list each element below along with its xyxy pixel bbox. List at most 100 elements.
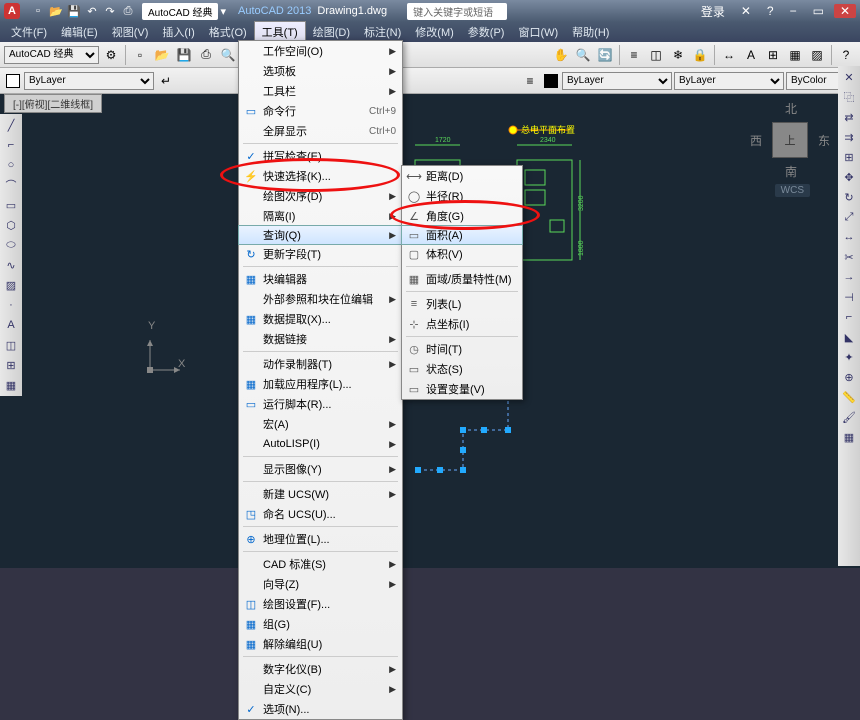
menu-item-10[interactable]: 窗口(W) bbox=[511, 22, 565, 42]
menu-item[interactable]: 工具栏▶ bbox=[239, 81, 402, 101]
point-icon[interactable]: · bbox=[2, 296, 20, 314]
join-icon[interactable]: ⊕ bbox=[840, 368, 858, 386]
save-icon[interactable]: 💾 bbox=[174, 45, 194, 65]
text-icon[interactable]: A bbox=[741, 45, 761, 65]
circle-icon[interactable]: ○ bbox=[2, 156, 20, 174]
menu-item-11[interactable]: 帮助(H) bbox=[565, 22, 616, 42]
menu-item[interactable]: 查询(Q)▶ bbox=[238, 225, 403, 245]
open-icon[interactable]: 📂 bbox=[152, 45, 172, 65]
layer-prev-icon[interactable]: ↵ bbox=[156, 71, 176, 91]
menu-item-1[interactable]: 编辑(E) bbox=[54, 22, 105, 42]
maximize-icon[interactable]: ▭ bbox=[807, 4, 830, 18]
explode-icon[interactable]: ✦ bbox=[840, 348, 858, 366]
block2-icon[interactable]: ▦ bbox=[2, 376, 20, 394]
submenu-item[interactable]: ▭面积(A) bbox=[401, 225, 523, 245]
close-icon[interactable]: ✕ bbox=[834, 4, 856, 18]
menu-item[interactable]: 显示图像(Y)▶ bbox=[239, 459, 402, 479]
rect-icon[interactable]: ▭ bbox=[2, 196, 20, 214]
array-icon[interactable]: ⊞ bbox=[840, 148, 858, 166]
menu-item-8[interactable]: 修改(M) bbox=[408, 22, 461, 42]
preview-icon[interactable]: 🔍 bbox=[218, 45, 238, 65]
menu-item[interactable]: ▦块编辑器 bbox=[239, 269, 402, 289]
menu-item[interactable]: ↻更新字段(T) bbox=[239, 244, 402, 264]
viewport-label[interactable]: [-][俯视][二维线框] bbox=[4, 94, 102, 113]
group-icon[interactable]: ▦ bbox=[840, 428, 858, 446]
app-logo-icon[interactable]: A bbox=[4, 3, 20, 19]
menu-item-7[interactable]: 标注(N) bbox=[357, 22, 408, 42]
submenu-item[interactable]: ▭设置变量(V) bbox=[402, 379, 522, 399]
extend-icon[interactable]: → bbox=[840, 268, 858, 286]
qat-new-icon[interactable]: ▫ bbox=[30, 3, 46, 19]
pan-icon[interactable]: ✋ bbox=[551, 45, 571, 65]
menu-item[interactable]: 数据链接▶ bbox=[239, 329, 402, 349]
menu-item[interactable]: 全屏显示Ctrl+0 bbox=[239, 121, 402, 141]
workspace-badge[interactable]: AutoCAD 经典 bbox=[142, 3, 218, 20]
menu-item[interactable]: AutoLISP(I)▶ bbox=[239, 434, 402, 454]
chamfer-icon[interactable]: ◣ bbox=[840, 328, 858, 346]
mirror-icon[interactable]: ⇄ bbox=[840, 108, 858, 126]
trim-icon[interactable]: ✂ bbox=[840, 248, 858, 266]
spline-icon[interactable]: ∿ bbox=[2, 256, 20, 274]
qat-undo-icon[interactable]: ↶ bbox=[84, 3, 100, 19]
help-btn-icon[interactable]: ? bbox=[836, 45, 856, 65]
viewcube-top[interactable]: 上 bbox=[772, 122, 808, 158]
rotate-icon[interactable]: ↻ bbox=[840, 188, 858, 206]
menu-item[interactable]: 隔离(I)▶ bbox=[239, 206, 402, 226]
new-icon[interactable]: ▫ bbox=[130, 45, 150, 65]
menu-item[interactable]: ◫绘图设置(F)... bbox=[239, 594, 402, 614]
move-icon[interactable]: ✥ bbox=[840, 168, 858, 186]
orbit-icon[interactable]: 🔄 bbox=[595, 45, 615, 65]
polygon-icon[interactable]: ⬡ bbox=[2, 216, 20, 234]
menu-item[interactable]: 新建 UCS(W)▶ bbox=[239, 484, 402, 504]
color-swatch-2[interactable] bbox=[544, 74, 558, 88]
menu-item[interactable]: ▭命令行Ctrl+9 bbox=[239, 101, 402, 121]
table2-icon[interactable]: ⊞ bbox=[2, 356, 20, 374]
dim-icon[interactable]: ↔ bbox=[719, 45, 739, 65]
menu-item[interactable]: ⊕地理位置(L)... bbox=[239, 529, 402, 549]
hatch2-icon[interactable]: ▨ bbox=[2, 276, 20, 294]
layer-state-icon[interactable]: ◫ bbox=[646, 45, 666, 65]
layer-icon[interactable]: ≡ bbox=[624, 45, 644, 65]
menu-item[interactable]: 数字化仪(B)▶ bbox=[239, 659, 402, 679]
menu-item[interactable]: 自定义(C)▶ bbox=[239, 679, 402, 699]
help-search-input[interactable]: 键入关键字或短语 bbox=[407, 3, 507, 20]
menu-item[interactable]: ▦组(G) bbox=[239, 614, 402, 634]
submenu-item[interactable]: ▭状态(S) bbox=[402, 359, 522, 379]
menu-item[interactable]: 宏(A)▶ bbox=[239, 414, 402, 434]
layer-color-selector[interactable]: ByLayer bbox=[24, 72, 154, 90]
pline-icon[interactable]: ⌐ bbox=[2, 136, 20, 154]
login-link[interactable]: 登录 bbox=[695, 3, 731, 20]
lineweight-selector[interactable]: ByLayer bbox=[674, 72, 784, 90]
table-icon[interactable]: ⊞ bbox=[763, 45, 783, 65]
menu-item[interactable]: ▦数据提取(X)... bbox=[239, 309, 402, 329]
viewcube-south[interactable]: 南 bbox=[785, 163, 797, 180]
viewcube-east[interactable]: 东 bbox=[818, 132, 830, 149]
menu-item-3[interactable]: 插入(I) bbox=[155, 22, 201, 42]
viewcube-west[interactable]: 西 bbox=[750, 132, 762, 149]
submenu-item[interactable]: ⟷距离(D) bbox=[402, 166, 522, 186]
text2-icon[interactable]: A bbox=[2, 316, 20, 334]
submenu-item[interactable]: ▢体积(V) bbox=[402, 244, 522, 264]
fillet-icon[interactable]: ⌐ bbox=[840, 308, 858, 326]
line-icon[interactable]: ╱ bbox=[2, 116, 20, 134]
menu-item[interactable]: ✓选项(N)... bbox=[239, 699, 402, 719]
menu-item[interactable]: 选项板▶ bbox=[239, 61, 402, 81]
submenu-item[interactable]: ∠角度(G) bbox=[402, 206, 522, 226]
color-swatch[interactable] bbox=[6, 74, 20, 88]
submenu-item[interactable]: ◷时间(T) bbox=[402, 339, 522, 359]
menu-item[interactable]: 绘图次序(D)▶ bbox=[239, 186, 402, 206]
menu-item[interactable]: 动作录制器(T)▶ bbox=[239, 354, 402, 374]
scale-icon[interactable]: ⤢ bbox=[840, 208, 858, 226]
freeze-icon[interactable]: ❄ bbox=[668, 45, 688, 65]
viewcube-north[interactable]: 北 bbox=[785, 100, 797, 117]
workspace-selector[interactable]: AutoCAD 经典 bbox=[4, 46, 99, 64]
menu-item-0[interactable]: 文件(F) bbox=[4, 22, 54, 42]
lock-icon[interactable]: 🔒 bbox=[690, 45, 710, 65]
menu-item[interactable]: 外部参照和块在位编辑▶ bbox=[239, 289, 402, 309]
prop-icon[interactable]: 🖌 bbox=[840, 408, 858, 426]
measure-icon[interactable]: 📏 bbox=[840, 388, 858, 406]
menu-item[interactable]: ▭运行脚本(R)... bbox=[239, 394, 402, 414]
menu-item-2[interactable]: 视图(V) bbox=[105, 22, 156, 42]
help-icon[interactable]: ? bbox=[761, 4, 780, 18]
qat-save-icon[interactable]: 💾 bbox=[66, 3, 82, 19]
